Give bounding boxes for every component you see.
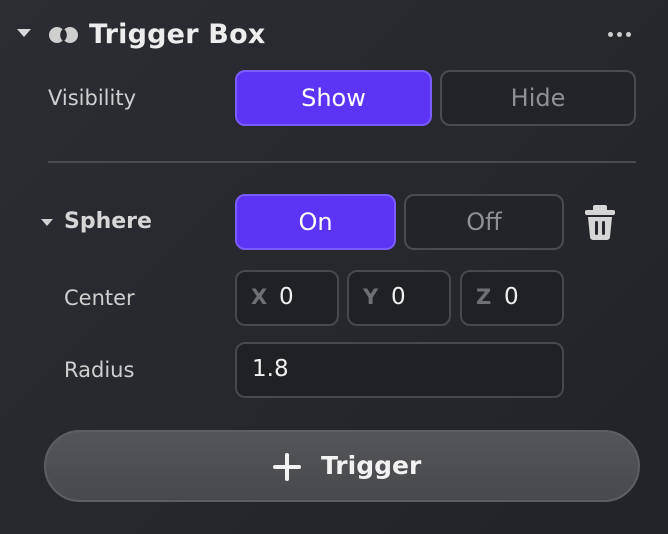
plus-icon xyxy=(273,453,301,481)
center-y-field[interactable]: Y 0 xyxy=(347,270,451,326)
more-options-button[interactable] xyxy=(604,24,636,44)
trash-icon[interactable] xyxy=(583,203,617,241)
hide-button[interactable]: Hide xyxy=(440,70,636,126)
add-trigger-button[interactable]: Trigger xyxy=(44,430,640,502)
radius-label: Radius xyxy=(64,358,135,382)
radius-value[interactable]: 1.8 xyxy=(252,356,289,382)
center-x-value[interactable]: 0 xyxy=(279,284,294,310)
overlapping-circles-icon xyxy=(49,27,78,43)
center-z-field[interactable]: Z 0 xyxy=(460,270,564,326)
more-dot-icon xyxy=(617,32,622,37)
center-z-value[interactable]: 0 xyxy=(504,284,519,310)
sphere-off-button[interactable]: Off xyxy=(404,194,564,250)
z-axis-label: Z xyxy=(476,285,492,309)
y-axis-label: Y xyxy=(363,285,379,309)
more-dot-icon xyxy=(608,32,613,37)
center-label: Center xyxy=(64,286,135,310)
show-button[interactable]: Show xyxy=(235,70,432,126)
section-divider xyxy=(48,161,636,163)
panel-title: Trigger Box xyxy=(89,19,266,50)
collapse-caret-icon[interactable] xyxy=(17,29,31,37)
more-dot-icon xyxy=(626,32,631,37)
radius-input[interactable]: 1.8 xyxy=(235,342,564,398)
add-trigger-label: Trigger xyxy=(321,451,422,480)
x-axis-label: X xyxy=(251,285,268,309)
sphere-title: Sphere xyxy=(64,209,152,234)
visibility-label: Visibility xyxy=(48,86,137,110)
sphere-on-button[interactable]: On xyxy=(235,194,396,250)
center-x-field[interactable]: X 0 xyxy=(235,270,339,326)
center-y-value[interactable]: 0 xyxy=(391,284,406,310)
sphere-collapse-caret-icon[interactable] xyxy=(41,219,53,226)
